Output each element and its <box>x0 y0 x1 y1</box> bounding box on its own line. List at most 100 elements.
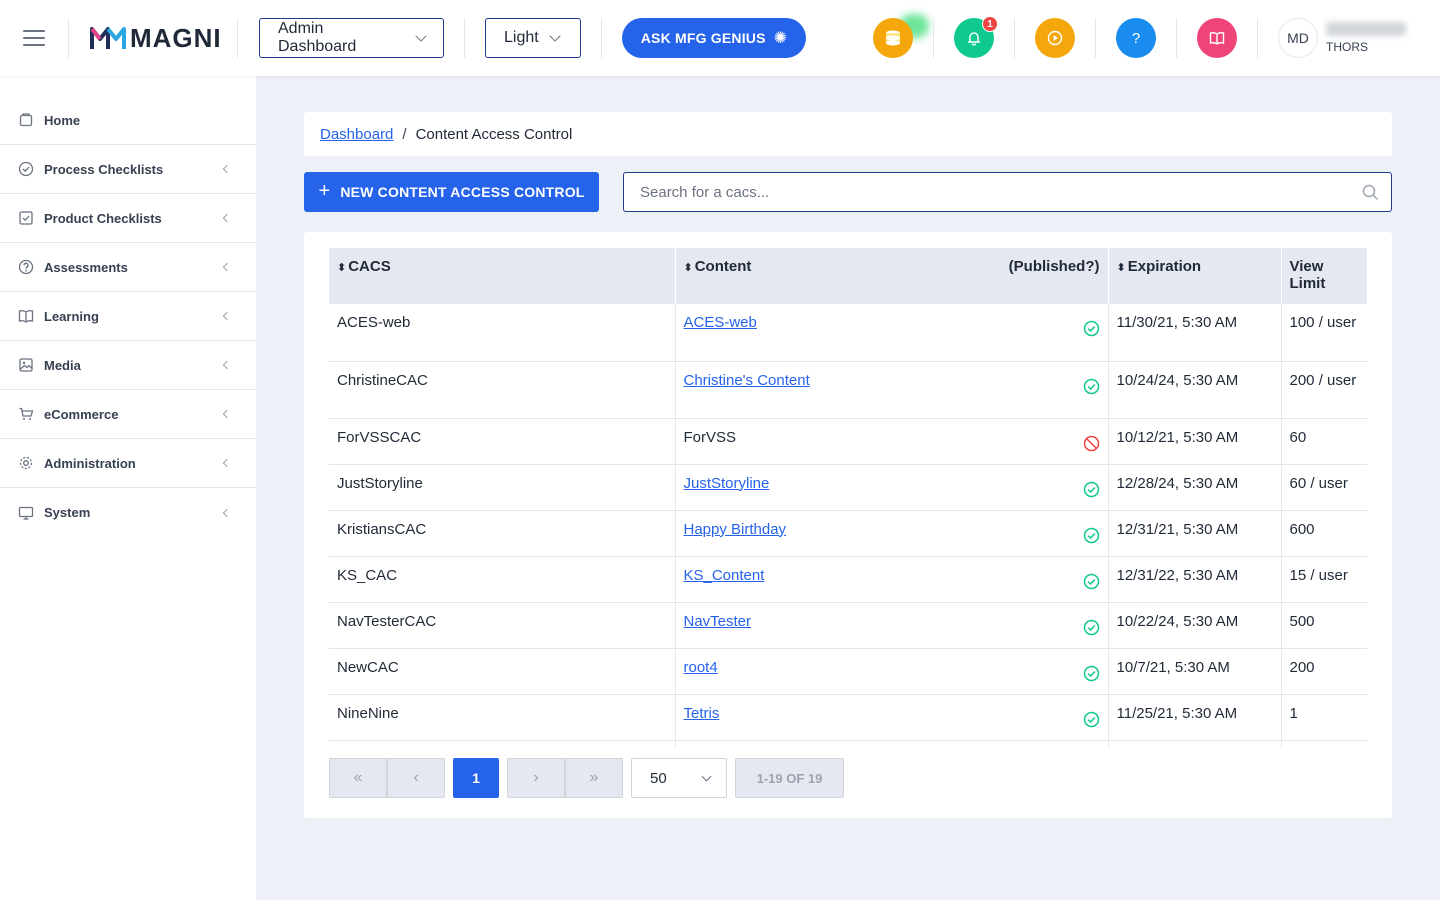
table-scroll-area[interactable]: ⬍ CACS ⬍ Content (Published?) ⬍ Expiration … <box>329 248 1367 748</box>
ask-mfg-genius-button[interactable]: ASK MFG GENIUS ✺ <box>622 18 806 58</box>
table-header-row: ⬍ CACS ⬍ Content (Published?) ⬍ Expiration … <box>329 248 1367 304</box>
cell-view-limit: 200 / user <box>1281 361 1367 419</box>
cell-cacs: NineNine <box>329 694 676 741</box>
first-page-button[interactable]: « <box>329 758 387 798</box>
question-circle-icon <box>18 259 34 275</box>
column-label: CACS <box>348 258 391 275</box>
coins-button[interactable] <box>873 18 913 58</box>
published-check-icon <box>1083 711 1100 732</box>
cell-empty <box>1108 740 1282 748</box>
new-content-access-control-button[interactable]: + NEW CONTENT ACCESS CONTROL <box>304 172 599 212</box>
content-link[interactable]: JustStoryline <box>684 475 770 492</box>
cell-expiration: 12/31/21, 5:30 AM <box>1108 510 1282 557</box>
sidebar-item-administration[interactable]: Administration <box>0 439 256 488</box>
sidebar-item-label: Learning <box>44 308 99 324</box>
table-row: ForVSSCAC ForVSS 10/12/21, 5:30 AM 60 <box>329 418 1367 465</box>
cell-empty <box>1281 740 1367 748</box>
search-input[interactable] <box>624 173 1324 211</box>
next-page-button[interactable]: › <box>507 758 565 798</box>
avatar[interactable]: MD <box>1278 18 1318 58</box>
cell-expiration: 10/22/24, 5:30 AM <box>1108 602 1282 649</box>
chevron-down-icon <box>415 30 427 42</box>
content-link[interactable]: KS_Content <box>684 567 765 584</box>
sparkle-icon: ✺ <box>773 30 788 47</box>
cell-cacs: ChristineCAC <box>329 361 676 419</box>
content-link[interactable]: Christine's Content <box>684 372 810 389</box>
media-play-button[interactable] <box>1035 18 1075 58</box>
content-link[interactable]: Tetris <box>684 705 720 722</box>
cell-content: Happy Birthday <box>675 510 1109 557</box>
published-check-icon <box>1083 378 1100 399</box>
content-link[interactable]: NavTester <box>684 613 752 630</box>
published-check-icon <box>1083 665 1100 686</box>
theme-select[interactable]: Light <box>485 18 581 58</box>
table-row: JustStoryline JustStoryline 12/28/24, 5:30… <box>329 464 1367 511</box>
sidebar-item-label: System <box>44 505 91 520</box>
user-org: THORS <box>1326 40 1368 54</box>
cell-cacs: NewCAC <box>329 648 676 695</box>
sidebar-item-ecommerce[interactable]: eCommerce <box>0 390 256 439</box>
bell-icon <box>967 32 981 46</box>
sort-icon: ⬍ <box>337 262 347 274</box>
page-button-current[interactable]: 1 <box>453 758 499 798</box>
dashboard-select-value: Admin Dashboard <box>278 20 357 55</box>
column-header-view-limit: View Limit <box>1281 248 1367 304</box>
chevron-down-icon <box>701 771 712 782</box>
sidebar-item-learning[interactable]: Learning <box>0 292 256 341</box>
content-link[interactable]: ACES-web <box>684 314 757 331</box>
content-link[interactable]: Happy Birthday <box>684 521 787 538</box>
gear-icon <box>18 455 34 471</box>
column-header-cacs[interactable]: ⬍ CACS <box>329 248 676 304</box>
sidebar-item-assessments[interactable]: Assessments <box>0 243 256 292</box>
sidebar-item-process-checklists[interactable]: Process Checklists <box>0 145 256 194</box>
notifications-button[interactable]: 1 <box>954 16 998 58</box>
chevron-left-icon <box>222 409 232 419</box>
dashboard-select[interactable]: Admin Dashboard <box>259 18 444 58</box>
sidebar-item-label: eCommerce <box>44 406 119 422</box>
chevron-right-icon: › <box>533 769 539 786</box>
sort-icon: ⬍ <box>1116 262 1126 274</box>
divider <box>1095 18 1096 58</box>
theme-select-value: Light <box>504 29 539 46</box>
page-size-select[interactable]: 50 <box>631 758 727 798</box>
guide-button[interactable] <box>1197 18 1237 58</box>
sidebar-item-product-checklists[interactable]: Product Checklists <box>0 194 256 243</box>
new-button-label: NEW CONTENT ACCESS CONTROL <box>340 184 585 200</box>
unpublished-ban-icon <box>1083 435 1100 456</box>
cell-content: root4 <box>675 648 1109 695</box>
column-label: View Limit <box>1289 258 1326 292</box>
table-body: ACES-web ACES-web 11/30/21, 5:30 AM 100 / u… <box>329 304 1367 748</box>
cell-cacs: KristiansCAC <box>329 510 676 557</box>
sort-icon: ⬍ <box>683 262 693 274</box>
cell-view-limit: 500 <box>1281 602 1367 649</box>
book-open-icon <box>18 308 34 324</box>
table-row-partial <box>329 740 1367 748</box>
cell-cacs: ForVSSCAC <box>329 418 676 465</box>
divider <box>464 18 465 58</box>
cell-content: ForVSS <box>675 418 1109 465</box>
column-header-expiration[interactable]: ⬍ Expiration <box>1108 248 1282 304</box>
monitor-icon <box>18 505 34 521</box>
content-link[interactable]: root4 <box>684 659 718 676</box>
ask-button-label: ASK MFG GENIUS <box>640 30 766 46</box>
column-header-content[interactable]: ⬍ Content (Published?) <box>675 248 1109 304</box>
cell-cacs: JustStoryline <box>329 464 676 511</box>
sidebar-item-home[interactable]: Home <box>0 96 256 145</box>
breadcrumb-dashboard-link[interactable]: Dashboard <box>320 126 393 143</box>
cart-icon <box>18 406 34 422</box>
top-bar: MAGNI Admin Dashboard Light ASK MFG GENI… <box>0 0 1440 76</box>
prev-page-button[interactable]: ‹ <box>387 758 445 798</box>
brand-logo[interactable]: MAGNI <box>90 23 222 53</box>
table-row: NineNine Tetris 11/25/21, 5:30 AM 1 <box>329 694 1367 741</box>
sidebar-item-media[interactable]: Media <box>0 341 256 390</box>
last-page-button[interactable]: » <box>565 758 623 798</box>
search-icon[interactable] <box>1362 184 1379 201</box>
chevron-left-icon <box>222 213 232 223</box>
book-icon <box>1209 32 1225 45</box>
published-check-icon <box>1083 573 1100 594</box>
chevron-left-icon <box>222 360 232 370</box>
table-row: ChristineCAC Christine's Content 10/24/24,… <box>329 361 1367 419</box>
hamburger-menu-icon[interactable] <box>23 30 45 46</box>
help-button[interactable]: ? <box>1116 18 1156 58</box>
sidebar-item-system[interactable]: System <box>0 488 256 537</box>
